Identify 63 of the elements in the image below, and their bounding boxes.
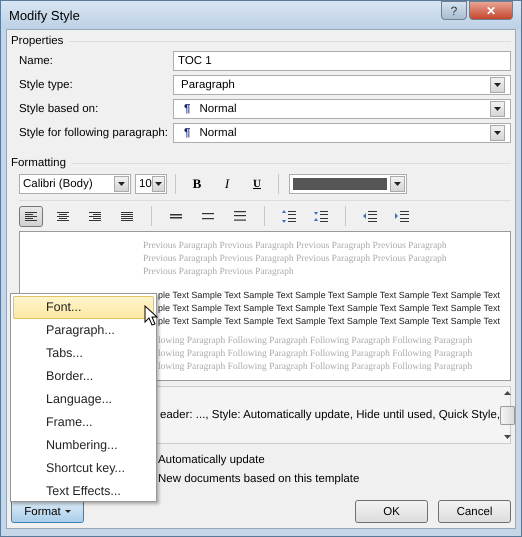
dropdown-arrow-icon — [494, 107, 501, 111]
align-icon — [57, 212, 69, 220]
menu-item[interactable]: Tabs... — [13, 342, 154, 365]
sample-text: ple Text Sample Text Sample Text Sample Text Sample Text Sample Text Sample Text — [158, 315, 502, 328]
section-heading: Formatting — [11, 157, 66, 169]
menu-item[interactable]: Paragraph... — [13, 319, 154, 342]
menu-item[interactable]: Border... — [13, 365, 154, 388]
indent-icon — [395, 210, 409, 222]
preview-text: Previous Paragraph Previous Paragraph Previous Paragraph Previous Paragraph — [143, 240, 448, 253]
description-text: eader: ..., Style: Automatically update, Hide until used, Quick Style, — [160, 409, 500, 421]
window-title: Modify Style — [9, 8, 80, 22]
preview-text: lowing Paragraph Following Paragraph Following Paragraph Following Paragraph — [158, 361, 474, 374]
option-label: Automatically update — [158, 453, 266, 467]
paragraph-spacing-icon — [282, 210, 296, 222]
help-button[interactable]: ? — [441, 1, 467, 20]
line-spacing-icon — [202, 212, 214, 220]
format-button[interactable]: Format — [11, 500, 84, 523]
style-dropdown[interactable]: ¶ Normal — [173, 123, 511, 143]
preview-text: lowing Paragraph Following Paragraph Following Paragraph Following Paragraph — [158, 348, 474, 361]
sample-text: ple Text Sample Text Sample Text Sample Text Sample Text Sample Text Sample Text — [158, 289, 502, 302]
outdent-icon — [363, 210, 377, 222]
ok-button[interactable]: OK — [355, 500, 428, 523]
line-spacing-icon — [170, 214, 182, 218]
bold-button[interactable]: B — [184, 174, 210, 194]
align-button[interactable] — [19, 206, 43, 226]
align-icon — [121, 212, 133, 220]
align-icon — [25, 212, 37, 220]
size-dropdown[interactable]: 10 — [135, 174, 167, 194]
menu-item[interactable]: Numbering... — [13, 434, 154, 457]
menu-item[interactable]: Language... — [13, 388, 154, 411]
field-label: Style based on: — [19, 103, 100, 115]
scroll-down-icon — [504, 435, 512, 439]
menu-item[interactable]: Text Effects... — [13, 480, 154, 503]
font-dropdown[interactable]: Calibri (Body) — [19, 174, 131, 194]
line-spacing-icon — [234, 211, 246, 221]
style-dropdown[interactable]: Paragraph — [173, 75, 511, 95]
menu-item[interactable]: Shortcut key... — [13, 457, 154, 480]
italic-button[interactable]: I — [214, 174, 240, 194]
menu-item[interactable]: Frame... — [13, 411, 154, 434]
dropdown-arrow-icon — [154, 182, 162, 186]
option-label: New documents based on this template — [158, 472, 360, 486]
menu-item[interactable]: Font... — [13, 296, 154, 319]
name-field[interactable]: TOC 1 — [173, 51, 511, 71]
cancel-button[interactable]: Cancel — [438, 500, 511, 523]
preview-text: Previous Paragraph Previous Paragraph — [143, 266, 295, 279]
scroll-up-icon — [504, 391, 512, 395]
field-label: Style for following paragraph: — [19, 127, 169, 139]
caret-icon — [64, 510, 71, 513]
sample-text: ple Text Sample Text Sample Text Sample Text Sample Text Sample Text Sample Text — [158, 302, 502, 315]
align-icon — [89, 212, 101, 220]
preview-text: lowing Paragraph Following Paragraph Following Paragraph Following Paragraph — [158, 335, 474, 348]
style-dropdown[interactable]: ¶ Normal — [173, 99, 511, 119]
dropdown-arrow-icon — [494, 131, 501, 135]
field-label: Style type: — [19, 79, 74, 91]
underline-button[interactable]: U — [244, 174, 270, 194]
font-color-dropdown[interactable] — [289, 174, 407, 194]
dropdown-arrow-icon — [494, 83, 501, 87]
dropdown-arrow-icon — [118, 182, 125, 186]
dropdown-arrow-icon — [394, 182, 401, 186]
section-heading: Properties — [11, 35, 64, 47]
field-label: Name: — [19, 55, 54, 67]
paragraph-spacing-icon — [314, 210, 328, 222]
preview-text: Previous Paragraph Previous Paragraph Previous Paragraph Previous Paragraph — [143, 253, 448, 266]
